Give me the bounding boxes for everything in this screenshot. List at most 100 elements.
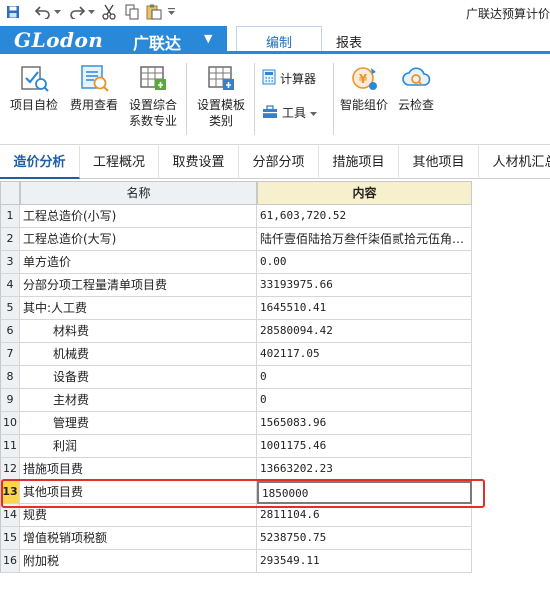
content-cell[interactable]: 5238750.75 — [257, 527, 472, 550]
table-row[interactable]: 5 其中:人工费 1645510.41 — [0, 297, 472, 320]
name-cell[interactable]: 工程总造价(小写) — [20, 205, 257, 228]
content-cell[interactable]: 陆仟壹佰陆拾万叁仟柒佰贰拾元伍角贰分 — [257, 228, 472, 251]
row-number[interactable]: 10 — [0, 412, 20, 435]
logo-cn: 广联达 — [133, 34, 182, 53]
name-cell[interactable]: 设备费 — [20, 366, 257, 389]
content-cell[interactable]: 1645510.41 — [257, 297, 472, 320]
customize-toolbar-icon[interactable] — [166, 3, 176, 21]
row-number[interactable]: 16 — [0, 550, 20, 573]
paste-icon[interactable] — [145, 3, 163, 21]
copy-icon[interactable] — [123, 3, 141, 21]
table-row[interactable]: 7 机械费 402117.05 — [0, 343, 472, 366]
row-number[interactable]: 7 — [0, 343, 20, 366]
name-cell[interactable]: 附加税 — [20, 550, 257, 573]
content-cell[interactable]: 33193975.66 — [257, 274, 472, 297]
name-cell[interactable]: 措施项目费 — [20, 458, 257, 481]
content-cell[interactable]: 0 — [257, 366, 472, 389]
column-header-content[interactable]: 内容 — [257, 181, 472, 205]
brand-logo[interactable]: GLodon 广联达 ▼ — [0, 26, 227, 54]
name-cell[interactable]: 管理费 — [20, 412, 257, 435]
content-cell[interactable]: 402117.05 — [257, 343, 472, 366]
redo-icon[interactable] — [68, 3, 86, 21]
menu-tab-reports[interactable]: 报表 — [336, 32, 362, 51]
table-row[interactable]: 4 分部分项工程量清单项目费 33193975.66 — [0, 274, 472, 297]
table-row[interactable]: 16 附加税 293549.11 — [0, 550, 472, 573]
tab-measure-items[interactable]: 措施项目 — [319, 146, 399, 179]
highlight-annotation-box — [1, 479, 485, 508]
set-coefficient-label-1: 设置综合 — [128, 98, 177, 112]
logo-latin: GLodon — [14, 28, 104, 52]
redo-dropdown-icon[interactable] — [86, 3, 96, 21]
name-cell[interactable]: 机械费 — [20, 343, 257, 366]
name-cell[interactable]: 工程总造价(大写) — [20, 228, 257, 251]
content-cell[interactable]: 1565083.96 — [257, 412, 472, 435]
scissors-icon[interactable] — [100, 3, 118, 21]
table-row[interactable]: 9 主材费 0 — [0, 389, 472, 412]
table-row[interactable]: 11 利润 1001175.46 — [0, 435, 472, 458]
row-number[interactable]: 15 — [0, 527, 20, 550]
cloud-check-button[interactable]: 云检查 — [393, 63, 439, 113]
content-cell[interactable]: 13663202.23 — [257, 458, 472, 481]
menu-tab-edit[interactable]: 编制 — [236, 26, 322, 51]
tab-cost-analysis[interactable]: 造价分析 — [0, 146, 80, 179]
app-title: 广联达预算计价 — [465, 7, 550, 21]
name-cell[interactable]: 利润 — [20, 435, 257, 458]
set-template-button[interactable]: 设置模板 类别 — [192, 63, 250, 129]
content-cell[interactable]: 28580094.42 — [257, 320, 472, 343]
fee-view-button[interactable]: 费用查看 — [66, 63, 122, 113]
name-cell[interactable]: 主材费 — [20, 389, 257, 412]
name-cell[interactable]: 分部分项工程量清单项目费 — [20, 274, 257, 297]
set-coefficient-button[interactable]: 设置综合 系数专业 — [124, 63, 182, 129]
name-cell[interactable]: 其中:人工费 — [20, 297, 257, 320]
content-cell[interactable]: 0.00 — [257, 251, 472, 274]
table-row[interactable]: 15 增值税销项税额 5238750.75 — [0, 527, 472, 550]
chevron-down-icon — [310, 106, 318, 120]
undo-icon[interactable] — [34, 3, 52, 21]
fee-view-icon — [79, 63, 109, 93]
name-cell[interactable]: 单方造价 — [20, 251, 257, 274]
tab-other-items[interactable]: 其他项目 — [399, 146, 479, 179]
name-cell[interactable]: 增值税销项税额 — [20, 527, 257, 550]
tools-icon — [262, 103, 278, 122]
ribbon-separator — [254, 63, 255, 135]
tab-fee-setting[interactable]: 取费设置 — [159, 146, 239, 179]
row-number[interactable]: 11 — [0, 435, 20, 458]
tab-labor-material-summary[interactable]: 人材机汇总 — [479, 146, 550, 179]
table-row[interactable]: 2 工程总造价(大写) 陆仟壹佰陆拾万叁仟柒佰贰拾元伍角贰分 — [0, 228, 472, 251]
table-row[interactable]: 8 设备费 0 — [0, 366, 472, 389]
row-number[interactable]: 6 — [0, 320, 20, 343]
content-cell[interactable]: 0 — [257, 389, 472, 412]
content-cell[interactable]: 61,603,720.52 — [257, 205, 472, 228]
project-check-button[interactable]: 项目自检 — [6, 63, 62, 113]
tab-sub-items[interactable]: 分部分项 — [239, 146, 319, 179]
row-number[interactable]: 8 — [0, 366, 20, 389]
table-row[interactable]: 6 材料费 28580094.42 — [0, 320, 472, 343]
set-template-label-2: 类别 — [208, 114, 233, 128]
smart-pricing-button[interactable]: ¥ 智能组价 — [337, 63, 391, 113]
table-row[interactable]: 12 措施项目费 13663202.23 — [0, 458, 472, 481]
table-row[interactable]: 10 管理费 1565083.96 — [0, 412, 472, 435]
row-number[interactable]: 4 — [0, 274, 20, 297]
content-cell[interactable]: 293549.11 — [257, 550, 472, 573]
name-cell[interactable]: 材料费 — [20, 320, 257, 343]
fee-view-label: 费用查看 — [69, 98, 118, 112]
undo-dropdown-icon[interactable] — [52, 3, 62, 21]
chevron-down-icon: ▼ — [204, 32, 213, 45]
row-number[interactable]: 2 — [0, 228, 20, 251]
content-cell[interactable]: 1001175.46 — [257, 435, 472, 458]
row-number[interactable]: 3 — [0, 251, 20, 274]
empty-area — [472, 181, 550, 575]
table-row[interactable]: 1 工程总造价(小写) 61,603,720.52 — [0, 205, 472, 228]
tab-project-overview[interactable]: 工程概况 — [80, 146, 159, 179]
row-number[interactable]: 1 — [0, 205, 20, 228]
ribbon-toolbar: 项目自检 费用查看 设置综合 系数专业 设置模板 类别 计算器 工具 ¥ 智能组… — [0, 57, 550, 145]
tools-button[interactable]: 工具 — [262, 103, 318, 122]
row-number[interactable]: 12 — [0, 458, 20, 481]
row-number[interactable]: 5 — [0, 297, 20, 320]
row-number[interactable]: 9 — [0, 389, 20, 412]
menu-bar: GLodon 广联达 ▼ 编制 报表 — [0, 26, 550, 54]
table-row[interactable]: 3 单方造价 0.00 — [0, 251, 472, 274]
column-header-name[interactable]: 名称 — [20, 181, 257, 205]
calculator-button[interactable]: 计算器 — [262, 69, 316, 88]
save-icon[interactable] — [4, 3, 22, 21]
